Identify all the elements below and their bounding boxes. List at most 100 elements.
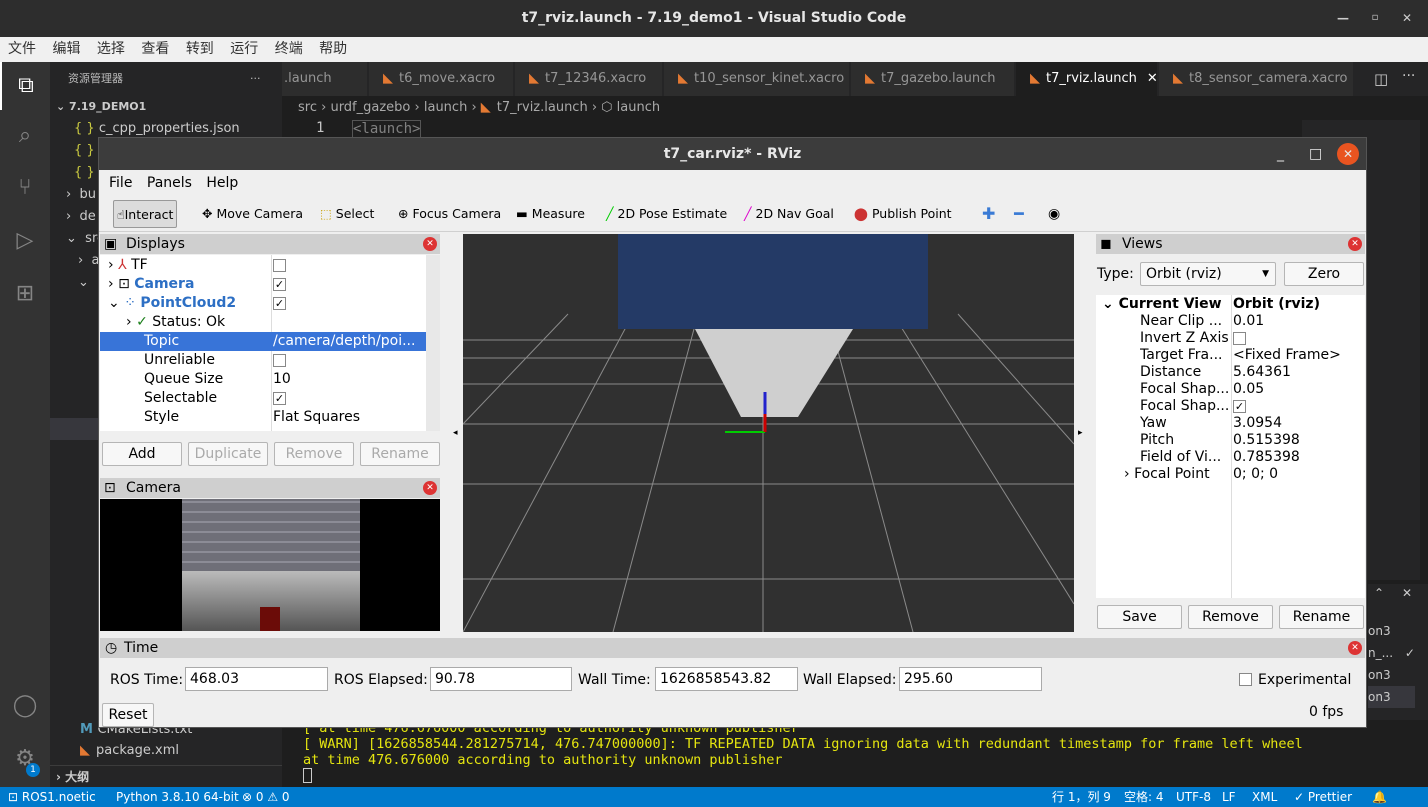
property-value[interactable]: 0.01: [1233, 313, 1264, 330]
view-type-select[interactable]: Orbit (rviz) ▼: [1140, 262, 1276, 286]
tab-t7-12346[interactable]: ◣ t7_12346.xacro: [515, 62, 663, 96]
remove-view-button[interactable]: Remove: [1188, 605, 1273, 629]
interact-tool[interactable]: ☝Interact: [113, 200, 178, 228]
rviz-minimize-icon[interactable]: _: [1277, 138, 1284, 170]
tab-t8-sensor-camera[interactable]: ◣ t8_sensor_camera.xacro: [1159, 62, 1354, 96]
menu-run[interactable]: 运行: [230, 41, 258, 57]
display-status[interactable]: › ✓ Status: Ok: [100, 313, 426, 332]
status-spaces[interactable]: 空格: 4: [1124, 787, 1164, 807]
pose-estimate-tool[interactable]: ╱ 2D Pose Estimate: [603, 200, 730, 228]
close-icon[interactable]: ✕: [1402, 586, 1412, 600]
rviz-menu-file[interactable]: File: [109, 175, 132, 191]
remove-display-button[interactable]: Remove: [274, 442, 354, 466]
nav-goal-tool[interactable]: ╱ 2D Nav Goal: [741, 200, 837, 228]
status-problems[interactable]: ⊗ 0 ⚠ 0: [242, 787, 290, 807]
property-value[interactable]: <Fixed Frame>: [1233, 347, 1341, 364]
eye-icon[interactable]: ◉: [1045, 200, 1063, 228]
reset-button[interactable]: Reset: [102, 703, 154, 727]
breadcrumb-item[interactable]: launch: [617, 100, 660, 115]
rviz-menu-panels[interactable]: Panels: [147, 175, 192, 191]
side-panel-item[interactable]: on3: [1368, 620, 1415, 642]
property-value[interactable]: 3.0954: [1233, 415, 1282, 432]
tab-t7-rviz[interactable]: ◣ t7_rviz.launch ✕: [1016, 62, 1158, 96]
display-pointcloud2[interactable]: ⌄ ⁘ PointCloud2 ✓: [100, 294, 426, 313]
breadcrumb-item[interactable]: launch: [424, 100, 467, 115]
collapse-right-icon[interactable]: ▸: [1078, 428, 1083, 438]
minimize-icon[interactable]: —: [1334, 9, 1352, 27]
property-value[interactable]: Flat Squares: [273, 408, 360, 427]
rviz-menu-help[interactable]: Help: [206, 175, 238, 191]
add-tool-icon[interactable]: ✚: [979, 200, 998, 228]
breadcrumb-item[interactable]: src: [298, 100, 317, 115]
experimental-checkbox[interactable]: [1239, 673, 1252, 686]
more-actions-icon[interactable]: ···: [1402, 68, 1415, 84]
status-prettier[interactable]: ✓ Prettier: [1294, 787, 1352, 807]
close-tab-icon[interactable]: ✕: [1147, 71, 1157, 86]
split-editor-icon[interactable]: ◫: [1374, 70, 1388, 88]
side-panel-item[interactable]: on3: [1368, 664, 1415, 686]
more-actions-icon[interactable]: ···: [250, 62, 261, 96]
status-eol[interactable]: LF: [1222, 787, 1236, 807]
duplicate-display-button[interactable]: Duplicate: [188, 442, 268, 466]
rviz-close-icon[interactable]: ✕: [1337, 143, 1359, 165]
display-camera[interactable]: › ⊡ Camera ✓: [100, 275, 426, 294]
view-prop-row[interactable]: Invert Z Axis: [1096, 330, 1364, 347]
source-control-icon[interactable]: ⑂: [0, 164, 50, 212]
checkbox[interactable]: ✓: [273, 296, 286, 310]
close-panel-icon[interactable]: ✕: [1348, 237, 1362, 251]
view-prop-row[interactable]: Yaw 3.0954: [1096, 415, 1364, 432]
property-value[interactable]: 0.785398: [1233, 449, 1300, 466]
menu-help[interactable]: 帮助: [319, 41, 347, 57]
rename-display-button[interactable]: Rename: [360, 442, 440, 466]
checkbox[interactable]: ✓: [273, 277, 286, 291]
run-debug-icon[interactable]: ▷: [0, 217, 50, 265]
measure-tool[interactable]: ▬ Measure: [513, 200, 588, 228]
search-icon[interactable]: ⌕: [0, 112, 50, 160]
side-panel-item[interactable]: on3: [1368, 686, 1415, 708]
side-panel-item[interactable]: n_... ✓: [1368, 642, 1415, 664]
displays-scrollbar[interactable]: [426, 255, 440, 431]
property-value[interactable]: /camera/depth/poi...: [273, 332, 415, 351]
display-queue-size-row[interactable]: Queue Size 10: [100, 370, 426, 389]
publish-point-tool[interactable]: ⬤ Publish Point: [851, 200, 955, 228]
chevron-up-icon[interactable]: ⌃: [1374, 586, 1384, 600]
property-value[interactable]: 10: [273, 370, 291, 389]
display-selectable-row[interactable]: Selectable ✓: [100, 389, 426, 408]
wall-time-field[interactable]: 1626858543.82: [655, 667, 798, 691]
view-prop-row[interactable]: › Focal Point 0; 0; 0: [1096, 466, 1364, 483]
checkbox[interactable]: ✓: [1233, 399, 1246, 413]
checkbox[interactable]: [1233, 331, 1246, 345]
save-view-button[interactable]: Save: [1097, 605, 1182, 629]
rviz-maximize-icon[interactable]: □: [1309, 138, 1322, 170]
breadcrumb-item[interactable]: t7_rviz.launch: [497, 100, 588, 115]
3d-render-view[interactable]: [463, 234, 1074, 632]
tab-t6-move[interactable]: ◣ t6_move.xacro: [369, 62, 514, 96]
property-value[interactable]: 0; 0; 0: [1233, 466, 1278, 483]
menu-edit[interactable]: 编辑: [52, 41, 80, 57]
display-tf[interactable]: › ⅄ TF: [100, 256, 426, 275]
display-topic-row[interactable]: Topic/camera/depth/poi...: [100, 332, 426, 351]
menu-terminal[interactable]: 终端: [275, 41, 303, 57]
view-prop-row[interactable]: Target Fra... <Fixed Frame>: [1096, 347, 1364, 364]
status-python[interactable]: Python 3.8.10 64-bit: [116, 787, 239, 807]
extensions-icon[interactable]: ⊞: [0, 270, 50, 318]
rename-view-button[interactable]: Rename: [1279, 605, 1364, 629]
notification-icon[interactable]: 🔔: [1372, 787, 1387, 807]
explorer-icon[interactable]: ⧉: [0, 62, 50, 110]
tab-t10-sensor-kinet[interactable]: ◣ t10_sensor_kinet.xacro: [664, 62, 850, 96]
outline-section[interactable]: › 大纲: [50, 765, 282, 787]
focus-camera-tool[interactable]: ⊕ Focus Camera: [395, 200, 504, 228]
menu-selection[interactable]: 选择: [97, 41, 125, 57]
move-camera-tool[interactable]: ✥ Move Camera: [199, 200, 306, 228]
view-prop-row[interactable]: Focal Shap... ✓: [1096, 398, 1364, 415]
display-unreliable-row[interactable]: Unreliable: [100, 351, 426, 370]
close-panel-icon[interactable]: ✕: [1348, 641, 1362, 655]
terminal-panel[interactable]: [ at time 476.676000 according to author…: [282, 720, 1428, 787]
view-prop-row[interactable]: Pitch 0.515398: [1096, 432, 1364, 449]
menu-file[interactable]: 文件: [8, 41, 36, 57]
current-view-row[interactable]: ⌄ Current View Orbit (rviz): [1096, 296, 1364, 313]
collapse-left-icon[interactable]: ◂: [453, 428, 458, 438]
tab-launch[interactable]: .launch: [282, 62, 368, 96]
view-prop-row[interactable]: Focal Shap... 0.05: [1096, 381, 1364, 398]
zero-button[interactable]: Zero: [1284, 262, 1364, 286]
